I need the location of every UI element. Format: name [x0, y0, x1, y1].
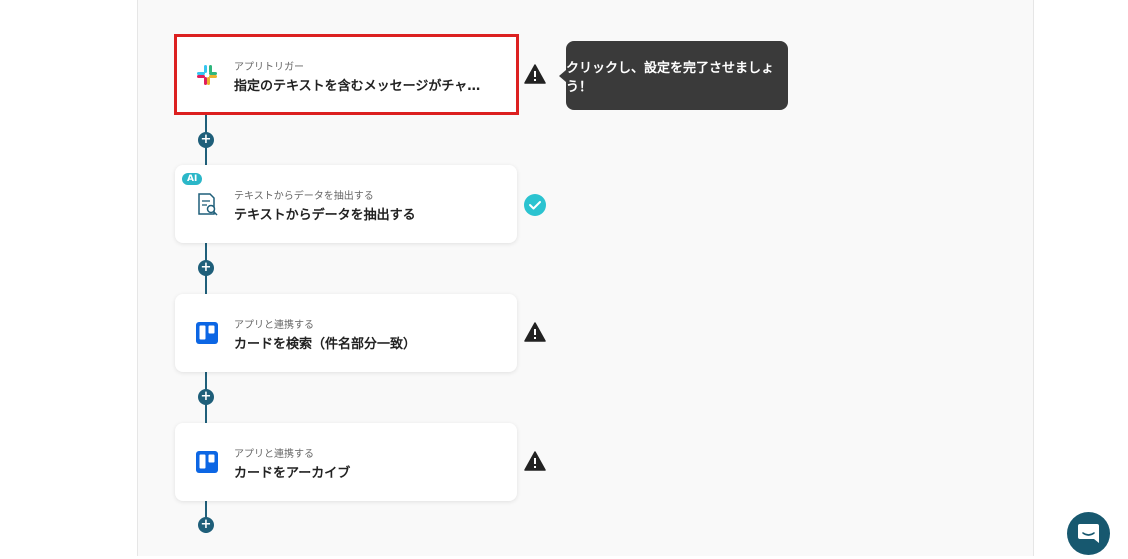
warning-icon — [524, 451, 546, 471]
warning-icon — [524, 322, 546, 342]
step-title: カードを検索（件名部分一致） — [234, 337, 417, 352]
document-search-icon — [198, 193, 218, 216]
step-title: テキストからデータを抽出する — [234, 208, 416, 223]
add-step-button[interactable]: + — [198, 389, 214, 405]
trello-icon — [196, 322, 218, 344]
step-title: カードをアーカイブ — [234, 466, 351, 481]
step-subtitle: テキストからデータを抽出する — [234, 191, 374, 202]
add-step-button[interactable]: + — [198, 517, 214, 533]
step-title: 指定のテキストを含むメッセージがチャ… — [234, 79, 481, 94]
step-subtitle: アプリと連携する — [234, 449, 314, 460]
chat-icon — [1078, 524, 1099, 543]
flow-step-search-card[interactable]: アプリと連携する カードを検索（件名部分一致） — [175, 294, 517, 372]
flow-step-archive-card[interactable]: アプリと連携する カードをアーカイブ — [175, 423, 517, 501]
trello-icon — [196, 451, 218, 473]
setup-tooltip: クリックし、設定を完了させましょう！ — [559, 41, 788, 110]
add-step-button[interactable]: + — [198, 260, 214, 276]
slack-icon — [197, 65, 217, 85]
step-subtitle: アプリトリガー — [234, 62, 304, 73]
flow-step-extract[interactable]: AI テキストからデータを抽出する テキストからデータを抽出する — [175, 165, 517, 243]
ai-badge: AI — [182, 173, 203, 185]
tooltip-text: クリックし、設定を完了させましょう！ — [566, 60, 775, 95]
check-circle-icon — [524, 194, 546, 216]
step-subtitle: アプリと連携する — [234, 320, 314, 331]
flow-step-trigger[interactable]: アプリトリガー 指定のテキストを含むメッセージがチャ… — [174, 34, 519, 115]
add-step-button[interactable]: + — [198, 132, 214, 148]
warning-icon — [524, 64, 546, 84]
chat-support-button[interactable] — [1067, 512, 1110, 555]
